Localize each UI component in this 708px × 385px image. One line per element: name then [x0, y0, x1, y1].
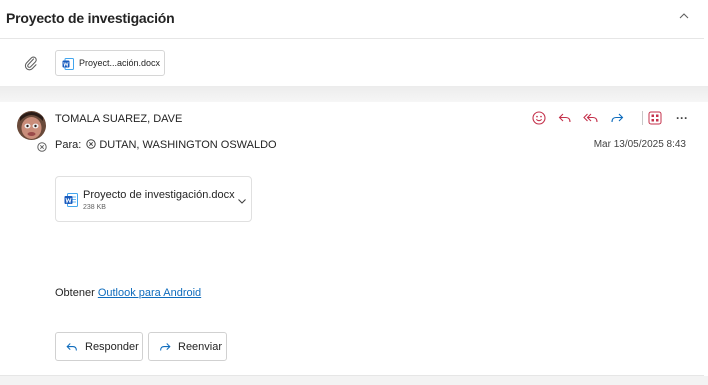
message-card: TOMALA SUAREZ, DAVE Para: DUTAN, WASHING… — [0, 102, 708, 382]
promo-line: Obtener Outlook para Android — [55, 287, 201, 299]
actions-divider — [642, 111, 643, 125]
recipient-status-icon — [86, 139, 97, 149]
forward-button[interactable]: Reenviar — [148, 332, 227, 361]
attachment-chip[interactable]: Proyect...ación.docx — [55, 50, 165, 76]
chevron-down-icon[interactable] — [236, 194, 248, 206]
message-date: Mar 13/05/2025 8:43 — [593, 139, 686, 150]
forward-label: Reenviar — [178, 340, 223, 353]
recipients-line: Para: DUTAN, WASHINGTON OSWALDO — [55, 139, 277, 151]
forward-icon — [160, 342, 171, 351]
attachment-card[interactable]: Proyecto de investigación.docx 238 KB — [55, 176, 252, 222]
reply-icon — [66, 342, 77, 351]
apps-icon[interactable] — [646, 108, 664, 128]
outlook-android-link[interactable]: Outlook para Android — [98, 287, 201, 299]
more-icon[interactable]: ··· — [673, 108, 691, 128]
attachments-bar: Proyect...ación.docx — [0, 39, 708, 87]
message-actions: ··· — [530, 108, 700, 128]
thread-header: Proyecto de investigación — [0, 0, 708, 39]
attachment-name: Proyecto de investigación.docx — [83, 189, 235, 201]
word-doc-icon — [62, 57, 74, 70]
word-doc-icon — [64, 193, 78, 207]
chevron-up-icon[interactable] — [676, 8, 692, 24]
thread-subject: Proyecto de investigación — [6, 10, 175, 26]
bottom-band — [0, 376, 708, 385]
attachment-size: 238 KB — [83, 204, 106, 211]
promo-prefix: Obtener — [55, 287, 98, 299]
presence-offline-icon — [37, 139, 47, 152]
reply-label: Responder — [85, 340, 139, 353]
reply-button[interactable]: Responder — [55, 332, 143, 361]
recipient-name[interactable]: DUTAN, WASHINGTON OSWALDO — [99, 139, 276, 151]
reply-icon[interactable] — [556, 108, 574, 128]
to-label: Para: — [55, 139, 82, 151]
smiley-icon[interactable] — [530, 108, 548, 128]
section-separator — [0, 86, 708, 102]
forward-icon[interactable] — [608, 108, 626, 128]
attachment-chip-label: Proyect...ación.docx — [79, 58, 161, 68]
sender-name[interactable]: TOMALA SUAREZ, DAVE — [55, 113, 182, 125]
paperclip-icon — [24, 55, 38, 71]
avatar[interactable] — [17, 111, 46, 140]
reply-all-icon[interactable] — [582, 108, 600, 128]
